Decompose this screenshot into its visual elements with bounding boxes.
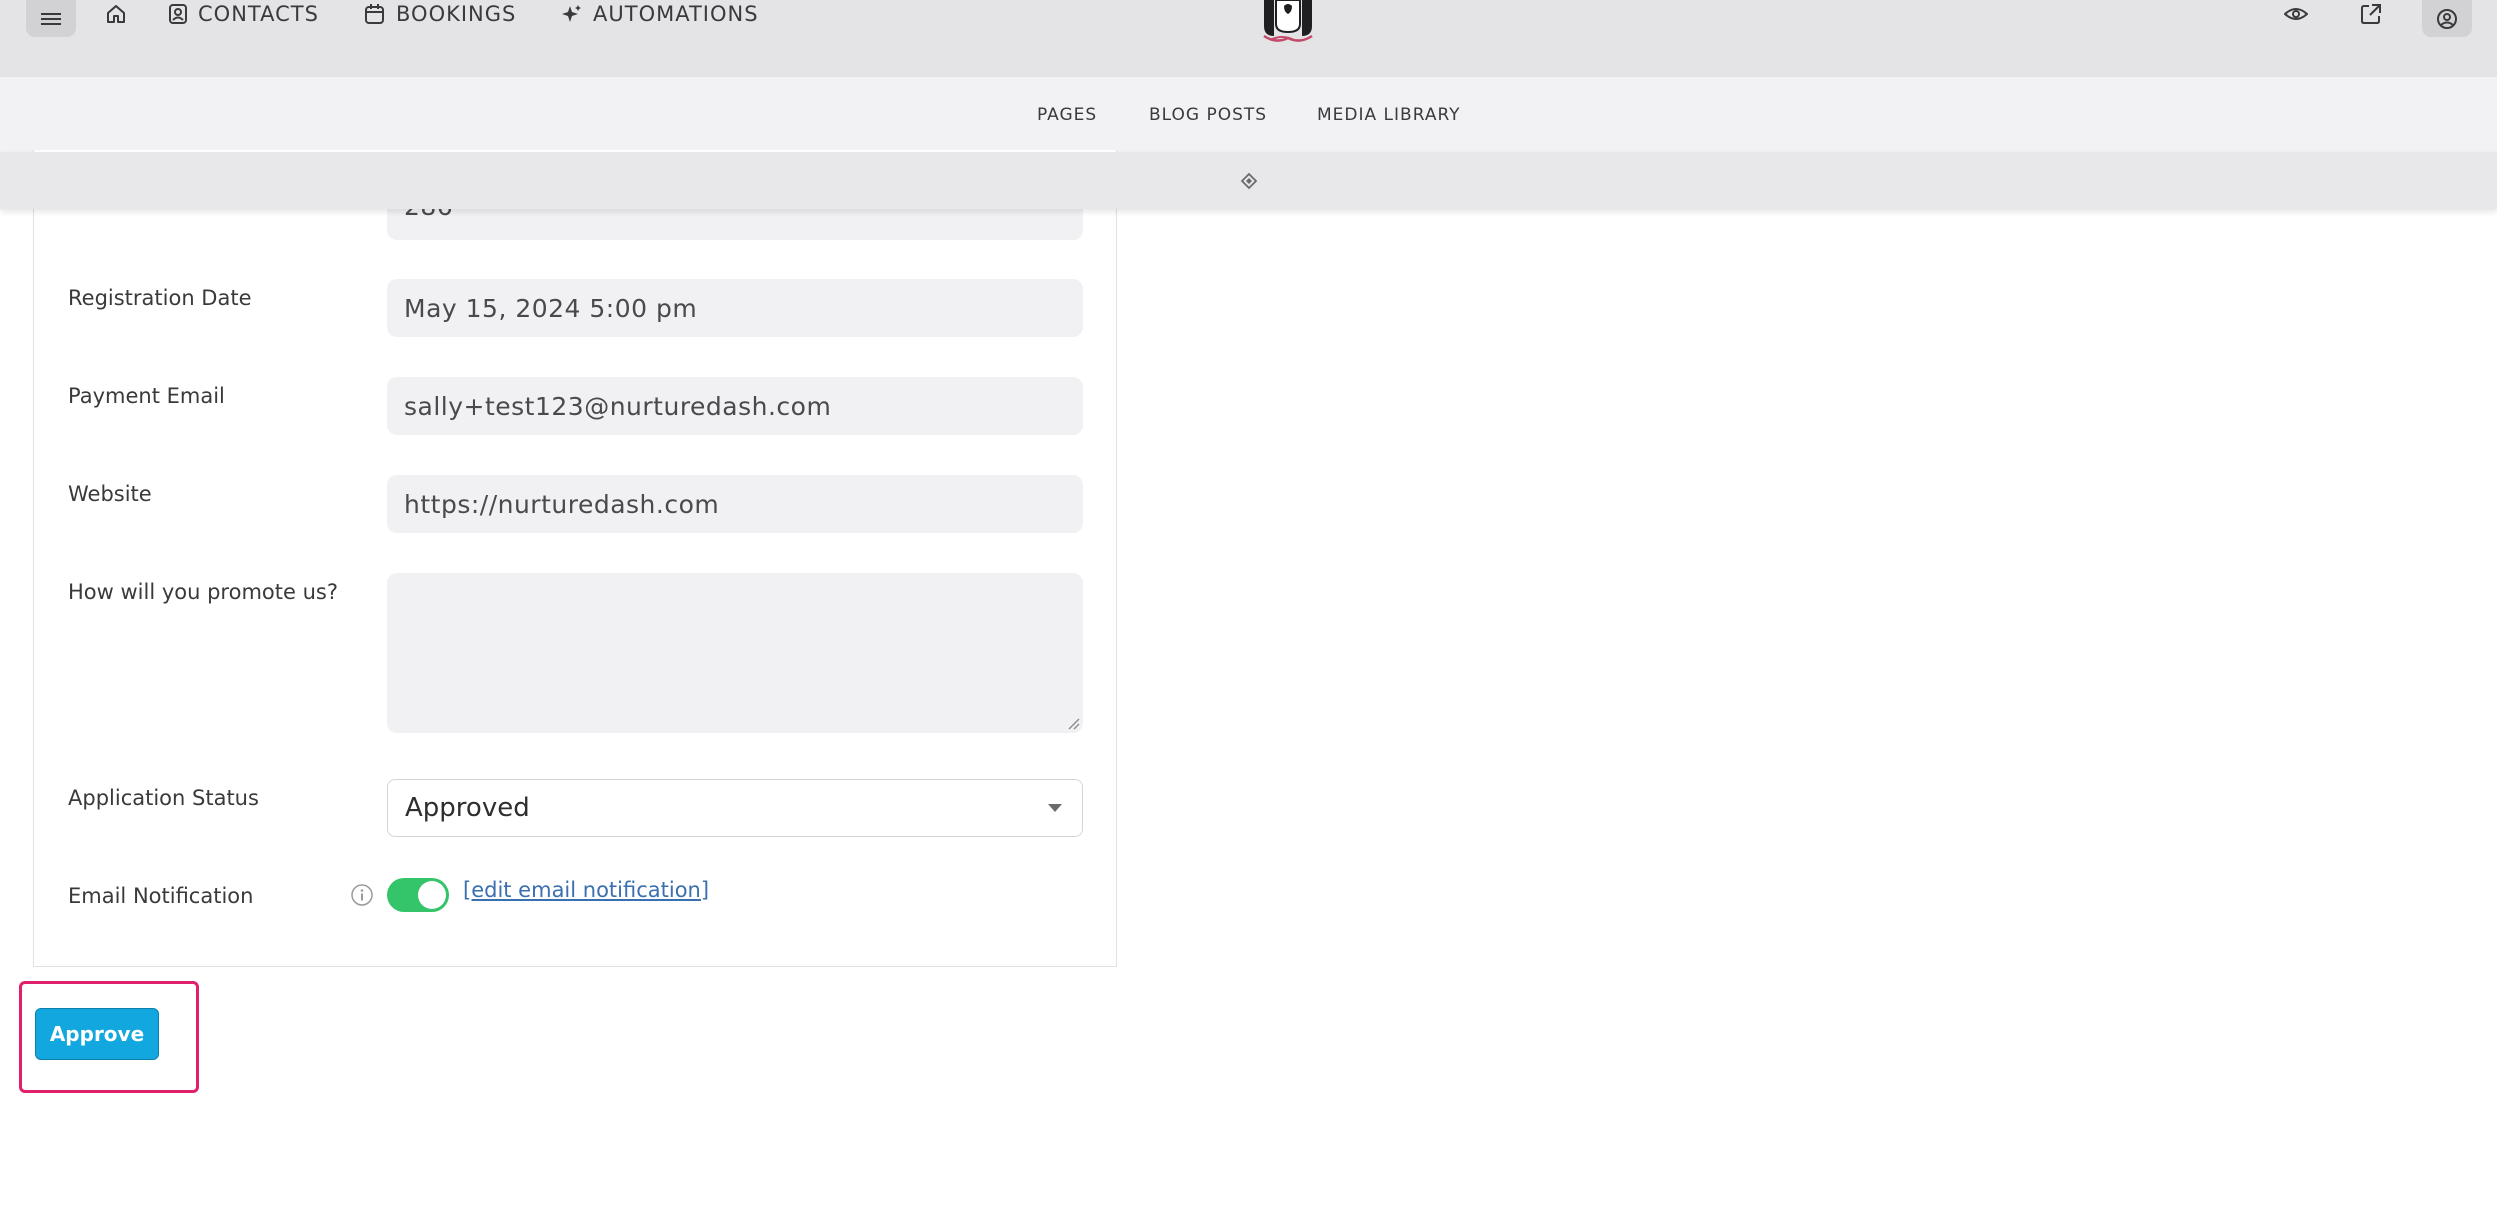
nav-bookings-label: BOOKINGS [396, 2, 517, 26]
home-button[interactable] [102, 0, 130, 28]
info-icon[interactable] [350, 883, 374, 907]
home-icon [107, 5, 125, 23]
sparkle-icon [562, 5, 581, 22]
registration-date-field[interactable]: May 15, 2024 5:00 pm [387, 279, 1083, 337]
application-status-select[interactable]: Approved [387, 779, 1083, 837]
nav-contacts-label: CONTACTS [198, 2, 319, 26]
nav-automations-label: AUTOMATIONS [593, 2, 759, 26]
registration-date-label: Registration Date [68, 286, 252, 310]
open-external-button[interactable] [2357, 0, 2385, 28]
toggle-knob [418, 881, 446, 909]
external-link-icon [2361, 4, 2381, 24]
resize-grip-icon[interactable] [1066, 716, 1080, 730]
application-form-panel [33, 150, 1117, 967]
contact-card-icon [169, 4, 187, 24]
nav-contacts[interactable]: CONTACTS [168, 0, 319, 28]
eye-icon [2284, 8, 2308, 20]
email-notification-toggle[interactable] [387, 878, 449, 912]
email-notification-label: Email Notification [68, 884, 254, 908]
application-status-label: Application Status [68, 786, 259, 810]
approve-button[interactable]: Approve [35, 1008, 159, 1060]
tab-pages[interactable]: PAGES [1037, 77, 1097, 152]
hamburger-icon [41, 12, 61, 25]
menu-button[interactable] [26, 0, 76, 37]
content-tabs-bar: PAGES BLOG POSTS MEDIA LIBRARY [0, 77, 2497, 152]
calendar-icon [365, 4, 384, 24]
application-status-value: Approved [405, 793, 530, 823]
website-label: Website [68, 482, 152, 506]
brand-logo-icon [1258, 0, 1318, 42]
tab-blog-posts[interactable]: BLOG POSTS [1149, 77, 1267, 152]
diamond-icon[interactable] [1240, 172, 1258, 190]
edit-email-notification-link[interactable]: [edit email notification] [463, 878, 709, 902]
promote-textarea[interactable] [387, 573, 1083, 733]
chevron-down-icon [1048, 804, 1062, 812]
toolbar-strip [0, 152, 2497, 209]
payment-email-field[interactable]: sally+test123@nurturedash.com [387, 377, 1083, 435]
payment-email-label: Payment Email [68, 384, 225, 408]
nav-bookings[interactable]: BOOKINGS [364, 0, 516, 28]
website-value: https://nurturedash.com [404, 489, 720, 519]
account-button[interactable] [2422, 0, 2472, 37]
registration-date-value: May 15, 2024 5:00 pm [404, 293, 698, 323]
preview-button[interactable] [2282, 0, 2310, 28]
website-field[interactable]: https://nurturedash.com [387, 475, 1083, 533]
user-circle-icon [2437, 8, 2457, 29]
top-navigation-bar: CONTACTS BOOKINGS AUTOMATIONS [0, 0, 2497, 77]
promote-label: How will you promote us? [68, 580, 338, 604]
tab-media-library[interactable]: MEDIA LIBRARY [1317, 77, 1461, 152]
nav-automations[interactable]: AUTOMATIONS [561, 0, 759, 28]
payment-email-value: sally+test123@nurturedash.com [404, 391, 832, 421]
